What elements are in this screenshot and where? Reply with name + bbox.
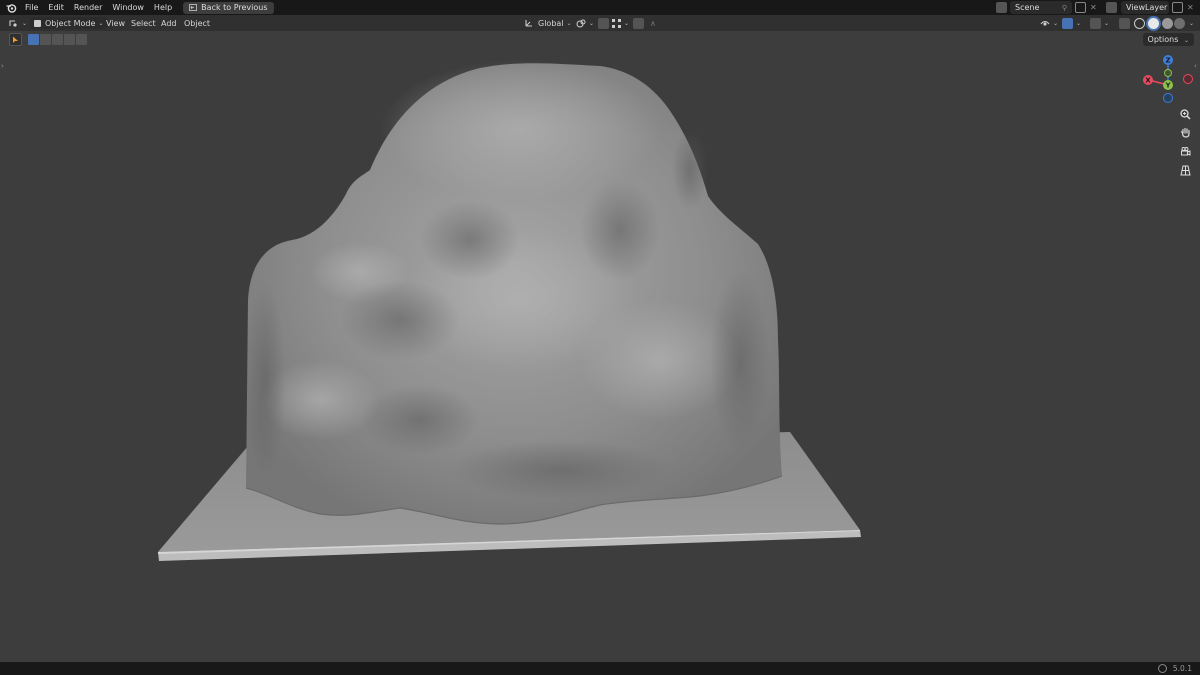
version-label: 5.0.1 [1172,664,1192,673]
pivot-icon [576,19,586,28]
select-subtract-icon[interactable] [52,34,63,45]
view-layer-selector[interactable]: ViewLayer [1121,1,1169,14]
back-button-label: Back to Previous [201,2,268,12]
xray-toggle[interactable] [1119,17,1130,29]
sculpted-rock-mesh[interactable] [245,60,783,525]
select-new-icon[interactable] [28,34,39,45]
neg-z-axis-ball[interactable] [1163,93,1173,103]
viewport-header: ⌄ Object Mode ⌄ View Select Add Object G… [0,15,1200,31]
visibility-icon [1040,20,1050,26]
object-mode-icon [34,19,41,27]
delete-view-layer-icon[interactable]: ✕ [1187,2,1198,13]
falloff-icon[interactable]: ∧ [650,17,656,29]
xray-icon [1119,17,1130,29]
gizmo-icon [1062,17,1073,29]
select-intersect-icon[interactable] [76,34,87,45]
visibility-dropdown[interactable]: ⌄ [1040,17,1058,29]
3d-viewport-icon [9,20,17,27]
mode-dropdown[interactable]: Object Mode ⌄ [30,17,108,29]
select-tool-button[interactable] [9,33,22,46]
selection-mode-buttons [28,34,87,46]
new-view-layer-icon[interactable] [1172,2,1183,13]
toolbar-expand-icon[interactable]: › [1,62,4,70]
menu-file[interactable]: File [20,0,43,15]
status-bar: 5.0.1 [0,662,1200,675]
chevron-down-icon: ⌄ [98,19,104,27]
menu-edit[interactable]: Edit [43,0,69,15]
menu-help[interactable]: Help [149,0,177,15]
shading-buttons: ⌄ [1134,17,1194,29]
top-bar: File Edit Render Window Help Back to Pre… [0,0,1200,15]
overlays-toggle[interactable]: ⌄ [1090,17,1109,29]
viewport-3d[interactable] [0,0,1200,675]
snap-grid-icon [612,18,621,28]
cursor-icon [13,36,18,43]
new-scene-icon[interactable] [1075,2,1086,13]
chevron-down-icon: ⌄ [1183,37,1189,44]
magnifier-icon [1179,108,1191,120]
chevron-down-icon: ⌄ [566,19,572,27]
neg-x-axis-ball[interactable] [1183,74,1193,84]
scene-name: Scene [1015,3,1040,12]
z-axis-label: Z [1165,57,1170,65]
scene-icon[interactable] [996,2,1007,13]
view-layer-name: ViewLayer [1126,3,1168,12]
delete-scene-icon[interactable]: ✕ [1090,2,1101,13]
menu-object[interactable]: Object [184,17,210,29]
menu-add[interactable]: Add [161,17,177,29]
orientation-label: Global [538,18,564,28]
material-preview-icon[interactable] [1162,17,1173,29]
pivot-point-dropdown[interactable]: ⌄ [576,17,594,29]
chevron-down-icon: ⌄ [624,19,630,27]
blender-logo-icon[interactable] [2,0,20,15]
menu-render[interactable]: Render [69,0,107,15]
magnet-icon [598,17,609,29]
back-icon [189,4,198,11]
options-dropdown[interactable]: Options ⌄ [1142,33,1194,46]
options-label: Options [1147,35,1179,44]
menu-select[interactable]: Select [131,17,156,29]
chevron-down-icon: ⌄ [1053,19,1059,27]
solid-shading-icon[interactable] [1148,17,1159,29]
camera-view-button[interactable] [1176,143,1194,159]
chevron-down-icon: ⌄ [1076,19,1082,27]
orientation-icon [525,20,532,27]
gizmo-toggle[interactable]: ⌄ [1062,17,1081,29]
snap-target-dropdown[interactable]: ⌄ [612,17,629,29]
neg-y-axis-ball[interactable] [1164,69,1172,77]
chevron-down-icon: ⌄ [1189,19,1195,27]
proportional-edit-toggle[interactable] [633,17,644,29]
overlays-icon [1090,17,1101,29]
wireframe-shading-icon[interactable] [1134,17,1145,29]
snap-toggle[interactable] [598,17,609,29]
editor-type-selector[interactable]: ⌄ [8,17,27,29]
select-extend-icon[interactable] [40,34,51,45]
camera-icon [1180,146,1190,156]
pin-icon: ⚲ [1061,3,1067,12]
menu-window[interactable]: Window [107,0,149,15]
mode-label: Object Mode [45,18,96,28]
y-axis-label: Y [1164,82,1171,90]
hand-icon [1180,127,1190,138]
view-layer-icon[interactable] [1106,2,1117,13]
zoom-button[interactable] [1176,106,1194,122]
chevron-down-icon: ⌄ [589,19,595,27]
menu-view[interactable]: View [106,17,125,29]
transform-orientation-dropdown[interactable]: Global ⌄ [524,17,572,29]
pan-button[interactable] [1176,124,1194,140]
network-icon [1158,664,1167,673]
back-to-previous-button[interactable]: Back to Previous [183,1,274,14]
grid-perspective-icon [1179,165,1191,175]
rendered-shading-icon[interactable] [1174,17,1185,29]
perspective-toggle-button[interactable] [1176,162,1194,178]
x-axis-label: X [1145,77,1151,85]
navigation-gizmo[interactable]: Y Z X [1140,52,1198,106]
select-invert-icon[interactable] [64,34,75,45]
scene-selector[interactable]: Scene ⚲ [1010,1,1072,14]
proportional-edit-icon [633,17,644,29]
chevron-down-icon: ⌄ [22,19,28,27]
chevron-down-icon: ⌄ [1104,19,1110,27]
